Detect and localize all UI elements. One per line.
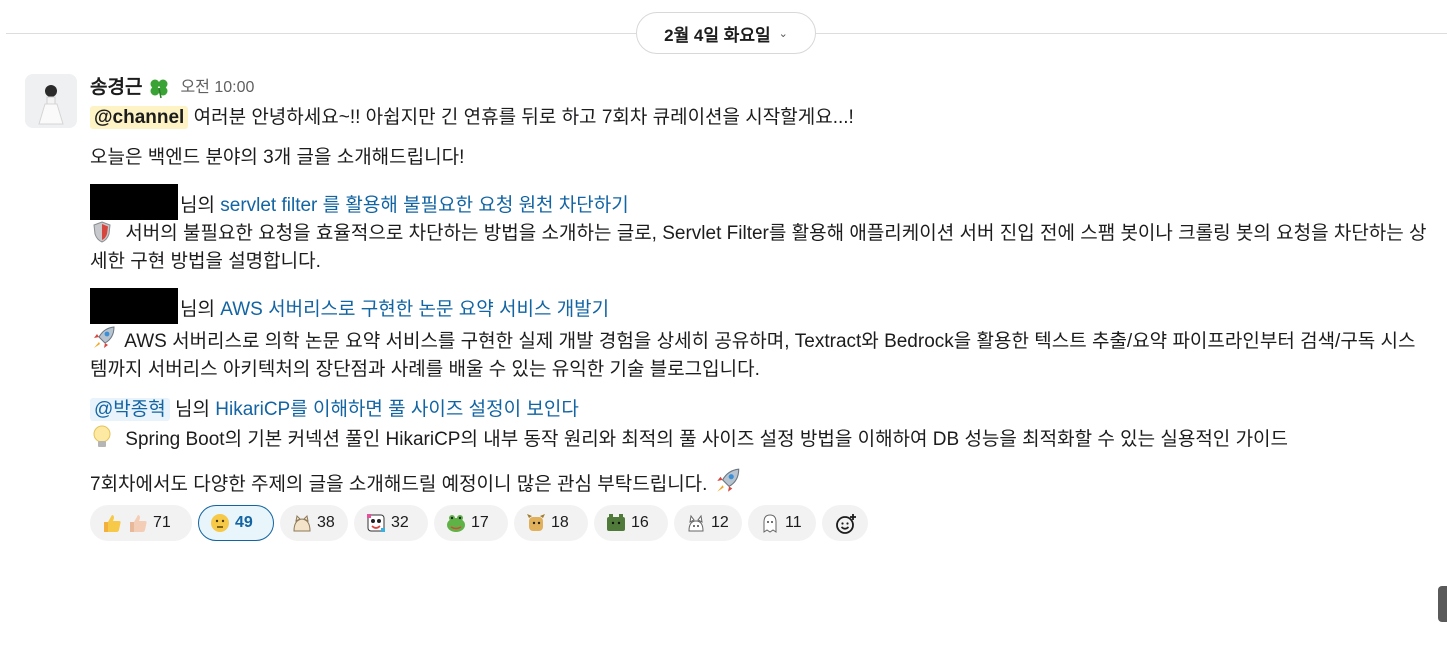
avatar[interactable] [25,74,77,128]
reaction-count: 11 [785,514,802,531]
post-title-line: 님의 servlet filter 를 활용해 불필요한 요청 원천 차단하기 [90,184,1430,220]
reaction-cat[interactable]: 38 [280,505,348,541]
reaction-count: 12 [711,514,729,531]
date-label: 2월 4일 화요일 [664,25,771,45]
reaction-count: 38 [317,514,335,531]
ghost-icon [759,512,781,534]
reaction-cat-outline[interactable]: 12 [674,505,742,541]
intro-line: @channel 여러분 안녕하세요~!! 아쉽지만 긴 연휴를 뒤로 하고 7… [90,104,1430,132]
intro-text: 여러분 안녕하세요~!! 아쉽지만 긴 연휴를 뒤로 하고 7회차 큐레이션을 … [188,107,854,128]
closing-line: 7회차에서도 다양한 주제의 글을 소개해드릴 예정이니 많은 관심 부탁드립니… [90,466,1430,499]
post-link[interactable]: HikariCP를 이해하면 풀 사이즈 설정이 보인다 [215,399,579,420]
reaction-frog[interactable]: 17 [434,505,508,541]
post-description: 서버의 불필요한 요청을 효율적으로 차단하는 방법을 소개하는 글로, Ser… [90,220,1430,276]
reaction-count: 49 [235,514,253,531]
add-reaction-button[interactable] [822,505,868,541]
chevron-down-icon: ⌄ [778,27,788,40]
reaction-count: 18 [551,514,569,531]
thumbs-up-icon [101,512,123,534]
reaction-count: 16 [631,514,649,531]
reaction-count: 71 [153,514,171,531]
bear-icon [605,512,627,534]
redacted-author [90,288,178,324]
reaction-thumbs-up[interactable]: 71 [90,505,192,541]
post-title-line: 님의 AWS 서버리스로 구현한 논문 요약 서비스 개발기 [90,288,1430,324]
cat-outline-icon [685,512,707,534]
rocket-icon [90,324,115,348]
cat-icon [291,512,313,534]
thumbs-up-icon [127,512,149,534]
redacted-author [90,184,178,220]
reaction-ghost[interactable]: 11 [748,505,816,541]
sender-name[interactable]: 송경근 [90,74,142,102]
reaction-thinking[interactable]: 49 [198,505,274,541]
rocket-icon [713,466,743,496]
author-suffix: 님의 [180,299,221,320]
post-item: 님의 servlet filter 를 활용해 불필요한 요청 원천 차단하기 … [90,184,1430,276]
message: 송경근 오전 10:00 @channel 여러분 안녕하세요~!! 아쉽지만 … [90,74,1430,541]
date-jump-button[interactable]: 2월 4일 화요일 ⌄ [636,12,816,54]
add-reaction-icon [834,512,856,534]
reaction-dog[interactable]: 18 [514,505,588,541]
post-title-line: @박종혁 님의 HikariCP를 이해하면 풀 사이즈 설정이 보인다 [90,396,1430,424]
reaction-count: 17 [471,514,489,531]
reaction-bear[interactable]: 16 [594,505,668,541]
lightbulb-icon [90,424,114,448]
party-face-icon [365,512,387,534]
post-description: AWS 서버리스로 의학 논문 요약 서비스를 구현한 실제 개발 경험을 상세… [90,324,1430,384]
scrollbar-handle[interactable] [1438,586,1447,622]
author-suffix: 님의 [180,195,221,216]
reaction-party[interactable]: 32 [354,505,428,541]
post-link[interactable]: servlet filter 를 활용해 불필요한 요청 원천 차단하기 [220,195,629,216]
summary-line: 오늘은 백엔드 분야의 3개 글을 소개해드립니다! [90,147,465,168]
frog-icon [445,512,467,534]
reaction-count: 32 [391,514,409,531]
post-description: Spring Boot의 기본 커넥션 풀인 HikariCP의 내부 동작 원… [90,424,1430,454]
channel-mention[interactable]: @channel [90,106,189,129]
thinking-face-icon [209,512,231,534]
post-item: @박종혁 님의 HikariCP를 이해하면 풀 사이즈 설정이 보인다 Spr… [90,396,1430,454]
user-mention[interactable]: @박종혁 [90,398,170,421]
message-header: 송경근 오전 10:00 [90,74,1430,102]
post-link[interactable]: AWS 서버리스로 구현한 논문 요약 서비스 개발기 [220,299,609,320]
reactions-bar: 71 49 38 32 17 18 16 12 11 [90,505,1430,541]
clover-icon [148,77,170,99]
shield-icon [90,220,114,244]
dog-icon [525,512,547,534]
message-timestamp[interactable]: 오전 10:00 [180,74,254,102]
date-divider: 2월 4일 화요일 ⌄ [0,12,1447,56]
author-suffix: 님의 [169,399,216,420]
post-item: 님의 AWS 서버리스로 구현한 논문 요약 서비스 개발기 AWS 서버리스로… [90,288,1430,384]
